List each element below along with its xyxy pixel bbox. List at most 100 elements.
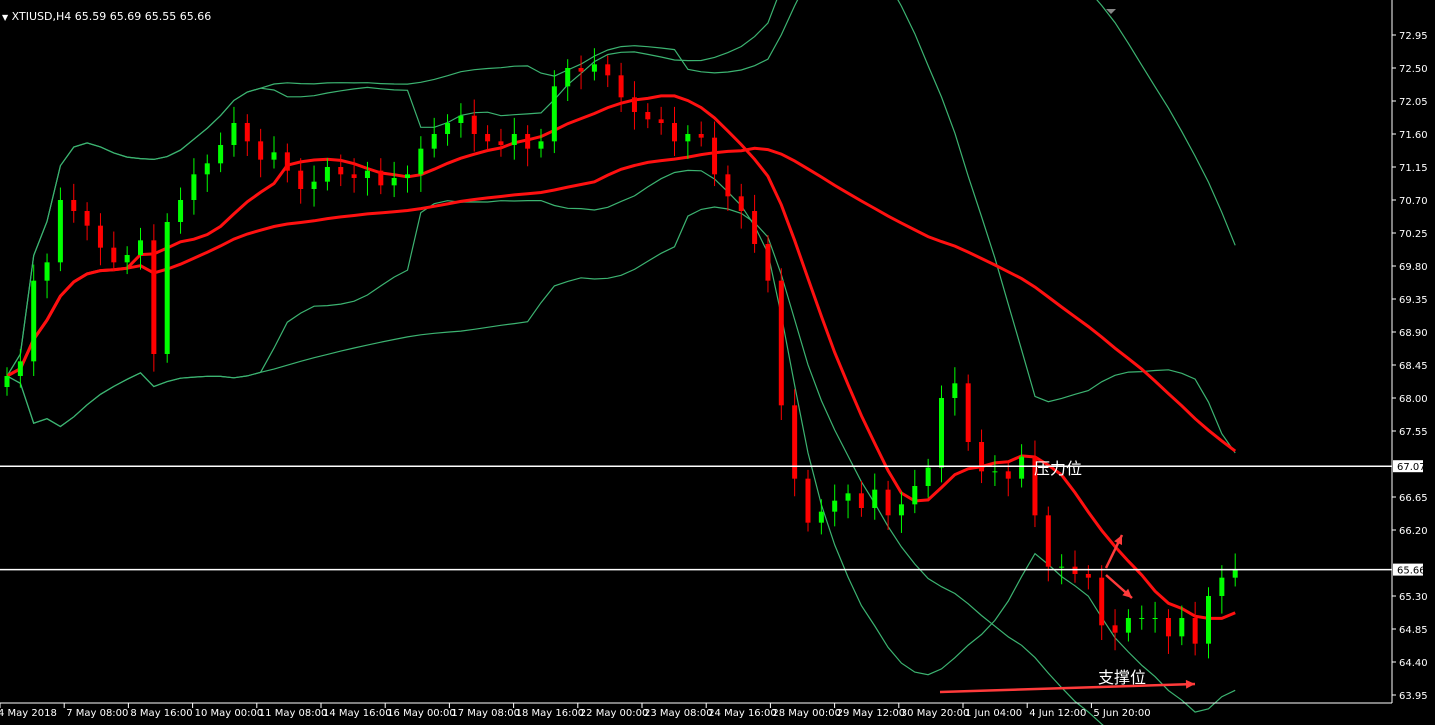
x-tick-label: 5 Jun 20:00 (1093, 708, 1150, 719)
candle-body (258, 141, 264, 160)
candle-body (378, 170, 384, 186)
candle (164, 213, 170, 363)
candle-body (685, 134, 691, 142)
candle-body (1206, 596, 1211, 644)
candle-body (752, 211, 758, 244)
x-tick-label: 29 May 12:00 (837, 708, 906, 719)
x-tick-label: 4 Jun 12:00 (1029, 708, 1086, 719)
candle-body (1099, 577, 1105, 626)
candle-body (778, 280, 784, 406)
candle-body (898, 504, 904, 516)
y-tick-label: 66.20 (1399, 526, 1428, 537)
x-tick-label: 16 May 00:00 (387, 708, 456, 719)
dropdown-triangle-icon[interactable]: ▼ (2, 13, 8, 22)
candle-body (1125, 618, 1131, 633)
candle-body (631, 97, 637, 112)
current-price-label: 65.66 (1397, 566, 1426, 577)
candle-body (445, 123, 451, 134)
candle-body (218, 145, 224, 164)
candle-body (925, 467, 931, 486)
candle-body (271, 152, 277, 160)
candle-body (538, 141, 544, 149)
x-tick-label: 30 May 20:00 (901, 708, 970, 719)
candle-body (992, 471, 998, 473)
candle-body (765, 244, 771, 281)
y-tick-label: 69.35 (1399, 295, 1428, 306)
candle-body (939, 398, 944, 468)
x-tick-label: 4 May 2018 (0, 708, 57, 719)
x-tick-label: 24 May 16:00 (708, 708, 777, 719)
x-tick-label: 23 May 08:00 (644, 708, 713, 719)
candle (57, 187, 63, 272)
candle-body (1179, 618, 1185, 637)
candle-body (471, 115, 477, 134)
candle-body (364, 170, 370, 178)
candle-body (511, 134, 517, 145)
candle (805, 469, 811, 532)
x-tick-label: 8 May 16:00 (130, 708, 192, 719)
y-tick-label: 71.15 (1399, 163, 1428, 174)
candle-body (338, 167, 344, 175)
candle-body (792, 405, 798, 479)
y-tick-label: 64.85 (1399, 625, 1428, 636)
x-tick-label: 7 May 08:00 (66, 708, 128, 719)
y-tick-label: 70.25 (1399, 229, 1428, 240)
candle-body (391, 178, 397, 186)
candle-body (324, 167, 330, 182)
y-tick-label: 65.30 (1399, 592, 1428, 603)
chart-header: ▼ XTIUSD,H4 65.59 65.69 65.55 65.66 (2, 10, 211, 23)
candle-body (458, 115, 464, 123)
candle-body (1045, 515, 1051, 567)
candle-body (57, 200, 63, 263)
candle (31, 264, 37, 376)
y-tick-label: 71.60 (1399, 130, 1428, 141)
y-tick-label: 68.00 (1399, 394, 1428, 405)
candle-body (231, 123, 237, 145)
x-tick-label: 22 May 00:00 (580, 708, 649, 719)
resistance-label: 压力位 (1034, 459, 1083, 478)
candle-body (872, 489, 878, 508)
candle-body (712, 137, 718, 175)
candle-body (4, 376, 10, 387)
candle-body (832, 500, 838, 512)
x-tick-label: 28 May 00:00 (772, 708, 841, 719)
candle (778, 268, 784, 420)
candle-body (405, 174, 410, 178)
candle-body (1139, 618, 1145, 619)
candle-body (151, 240, 157, 354)
symbol-label: XTIUSD,H4 (11, 10, 72, 23)
candle-body (551, 86, 557, 142)
candle-body (578, 68, 584, 72)
price-chart[interactable]: 67.07 65.66 72.95 72.50 72.05 71.60 71.15 70.7… (0, 0, 1435, 725)
candle-body (845, 493, 851, 501)
candle-body (97, 225, 103, 248)
y-tick-label: 69.80 (1399, 262, 1428, 273)
x-tick-label: 10 May 00:00 (195, 708, 264, 719)
candle-body (84, 211, 90, 226)
candle-body (498, 141, 504, 145)
candle-body (418, 148, 424, 175)
candle-body (191, 174, 197, 200)
candle-body (1165, 618, 1171, 637)
candle-body (298, 170, 304, 189)
candle-body (31, 280, 37, 362)
candle-body (1152, 618, 1158, 619)
candle-body (44, 262, 50, 281)
candle-body (658, 119, 664, 123)
candle-body (204, 163, 210, 175)
candle-body (952, 383, 958, 398)
candle-body (525, 134, 531, 149)
candle-body (111, 247, 117, 263)
resistance-price-label: 67.07 (1397, 462, 1426, 473)
y-tick-label: 72.50 (1399, 64, 1428, 75)
candle (965, 374, 971, 451)
candle (151, 224, 157, 372)
candle-body (431, 134, 437, 149)
x-tick-label: 18 May 16:00 (516, 708, 585, 719)
y-tick-label: 63.95 (1399, 691, 1428, 702)
candle-body (818, 511, 824, 523)
support-label: 支撑位 (1098, 668, 1147, 687)
candle-body (138, 240, 143, 255)
candle-body (1085, 574, 1091, 578)
candle-body (591, 64, 597, 72)
